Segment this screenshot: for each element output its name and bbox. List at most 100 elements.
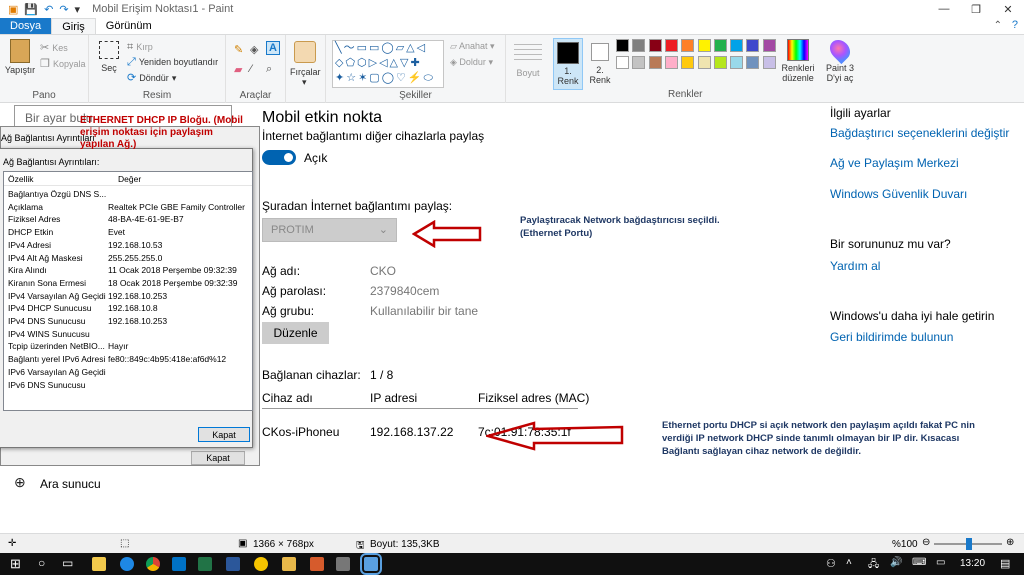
color-swatch[interactable]: [746, 39, 760, 52]
adapter-options-link[interactable]: Bağdaştırıcı seçeneklerini değiştir: [830, 126, 1009, 140]
color-swatch[interactable]: [664, 39, 678, 52]
custom-color-swatch[interactable]: [746, 73, 759, 75]
table-row[interactable]: Kira Alındı 11 Ocak 2018 Perşembe 09:32:3…: [4, 265, 254, 278]
dialog-back-close-button[interactable]: Kapat: [191, 451, 245, 465]
color-swatch[interactable]: [697, 56, 711, 69]
color-swatch[interactable]: [681, 56, 695, 69]
table-row[interactable]: Açıklama Realtek PCIe GBE Family Controll…: [4, 202, 254, 215]
color-swatch[interactable]: [632, 56, 646, 69]
col-value[interactable]: Değer: [118, 174, 141, 184]
help-icon[interactable]: ?: [1012, 19, 1018, 31]
brushes-label[interactable]: Fırçalar: [290, 67, 321, 77]
network-center-link[interactable]: Ağ ve Paylaşım Merkezi: [830, 156, 959, 170]
color-swatch[interactable]: [713, 39, 727, 52]
custom-color-swatch[interactable]: [681, 73, 694, 75]
color-swatch[interactable]: [632, 39, 646, 52]
table-row[interactable]: IPv4 WINS Sunucusu: [4, 329, 254, 342]
collapse-ribbon-icon[interactable]: ⌃: [994, 20, 1002, 31]
redo-icon[interactable]: ↷: [59, 3, 68, 16]
close-button[interactable]: ✕: [992, 0, 1024, 18]
size-button[interactable]: Boyut: [508, 40, 548, 78]
tab-home[interactable]: Giriş: [51, 18, 96, 34]
color-swatch[interactable]: [616, 56, 629, 69]
undo-icon[interactable]: ↶: [44, 3, 53, 16]
table-row[interactable]: IPv6 Varsayılan Ağ Geçidi: [4, 367, 254, 380]
table-row[interactable]: Bağlantı yerel IPv6 Adresi fe80::849c:4b9…: [4, 354, 254, 367]
open-paint3d-button[interactable]: Paint 3 D'yi aç: [822, 35, 858, 83]
notifications-icon[interactable]: ▤: [1000, 557, 1010, 570]
task-view-icon[interactable]: ▭: [62, 556, 73, 570]
copy-button[interactable]: ❐ Kopyala: [40, 57, 85, 70]
windows-start-icon[interactable]: ⊞: [10, 556, 21, 572]
color-swatch[interactable]: [762, 56, 776, 69]
keyboard-icon[interactable]: ⌨: [912, 557, 926, 568]
shape-outline-button[interactable]: ▱ Anahat ▾: [450, 41, 495, 52]
media-icon[interactable]: [310, 557, 324, 571]
fill-icon[interactable]: ◈: [250, 43, 258, 56]
paste-button[interactable]: Yapıştır: [4, 39, 36, 75]
chevron-up-icon[interactable]: ˄: [846, 557, 852, 568]
magnifier-icon[interactable]: ⌕: [266, 63, 272, 76]
table-row[interactable]: Kiranın Sona Ermesi 18 Ocak 2018 Perşembe…: [4, 278, 254, 291]
network-icon[interactable]: 🖧: [868, 557, 879, 574]
paint-taskbar-icon[interactable]: [360, 553, 382, 575]
resize-button[interactable]: ⤢ Yeniden boyutlandır: [127, 56, 218, 69]
volume-icon[interactable]: 🔊: [890, 557, 902, 568]
edge-icon[interactable]: [120, 557, 134, 571]
color-swatch[interactable]: [730, 39, 744, 52]
table-row[interactable]: IPv4 Alt Ağ Maskesi 255.255.255.0: [4, 253, 254, 266]
color-swatch[interactable]: [746, 56, 760, 69]
word-icon[interactable]: [226, 557, 240, 571]
eraser-icon[interactable]: ▰: [234, 63, 242, 76]
app-icon[interactable]: [336, 557, 350, 571]
table-row[interactable]: Tcpip üzerinden NetBIO... Hayır: [4, 341, 254, 354]
hotspot-toggle[interactable]: [262, 150, 296, 165]
table-row[interactable]: IPv4 DNS Sunucusu 192.168.10.253: [4, 316, 254, 329]
shapes-gallery[interactable]: ╲〜▭▭◯▱△◁ ◇⬠⬡▷◁△▽✚ ✦☆✶▢◯♡⚡⬭: [332, 40, 444, 88]
edit-button[interactable]: Düzenle: [262, 322, 329, 344]
chrome-icon[interactable]: [146, 557, 160, 571]
color-swatch[interactable]: [713, 56, 727, 69]
text-icon[interactable]: A: [266, 41, 280, 55]
col-property[interactable]: Özellik: [8, 174, 34, 184]
custom-color-swatch[interactable]: [730, 73, 743, 75]
rotate-button[interactable]: ⟳ Döndür ▾: [127, 71, 176, 84]
color-swatch[interactable]: [730, 56, 744, 69]
customize-toolbar-icon[interactable]: ▾: [75, 3, 81, 16]
color1-button[interactable]: 1. Renk: [553, 38, 583, 90]
brush-icon[interactable]: [294, 41, 316, 63]
minimize-button[interactable]: —: [928, 0, 960, 18]
search-icon[interactable]: ○: [38, 556, 45, 570]
color-swatch[interactable]: [762, 39, 776, 52]
custom-color-swatch[interactable]: [698, 73, 711, 75]
zoom-slider-thumb[interactable]: [966, 538, 972, 550]
battery-icon[interactable]: ▭: [936, 557, 945, 568]
table-row[interactable]: IPv4 Varsayılan Ağ Geçidi 192.168.10.253: [4, 291, 254, 304]
zoom-slider[interactable]: [934, 538, 1002, 550]
tab-file[interactable]: Dosya: [0, 18, 52, 34]
norton-icon[interactable]: [254, 557, 268, 571]
edit-colors-button[interactable]: Renkleri düzenle: [780, 39, 816, 83]
table-row[interactable]: IPv4 Adresi 192.168.10.53: [4, 240, 254, 253]
dialog-close-button[interactable]: Kapat: [198, 427, 250, 442]
color-swatch[interactable]: [616, 39, 629, 52]
outlook-icon[interactable]: [172, 557, 186, 571]
tab-view[interactable]: Görünüm: [96, 18, 162, 34]
select-button[interactable]: Seç: [95, 41, 123, 73]
table-row[interactable]: Bağlantıya Özgü DNS S...: [4, 189, 254, 202]
custom-color-swatch[interactable]: [616, 73, 629, 75]
save-icon[interactable]: 💾: [24, 3, 38, 16]
feedback-link[interactable]: Geri bildirimde bulunun: [830, 330, 953, 344]
color-swatch[interactable]: [697, 39, 711, 52]
color-swatch[interactable]: [648, 56, 662, 69]
table-row[interactable]: IPv6 DNS Sunucusu: [4, 380, 254, 393]
zoom-out-button[interactable]: ⊖: [922, 537, 930, 548]
adapter-dropdown[interactable]: PROTIM ⌄: [262, 218, 397, 242]
custom-color-swatch[interactable]: [632, 73, 645, 75]
firewall-link[interactable]: Windows Güvenlik Duvarı: [830, 187, 967, 201]
explorer-icon[interactable]: [282, 557, 296, 571]
maximize-button[interactable]: ❐: [960, 0, 992, 18]
color2-button[interactable]: 2. Renk: [586, 38, 614, 90]
folder-icon[interactable]: [92, 557, 106, 571]
people-icon[interactable]: ⚇: [826, 557, 836, 570]
